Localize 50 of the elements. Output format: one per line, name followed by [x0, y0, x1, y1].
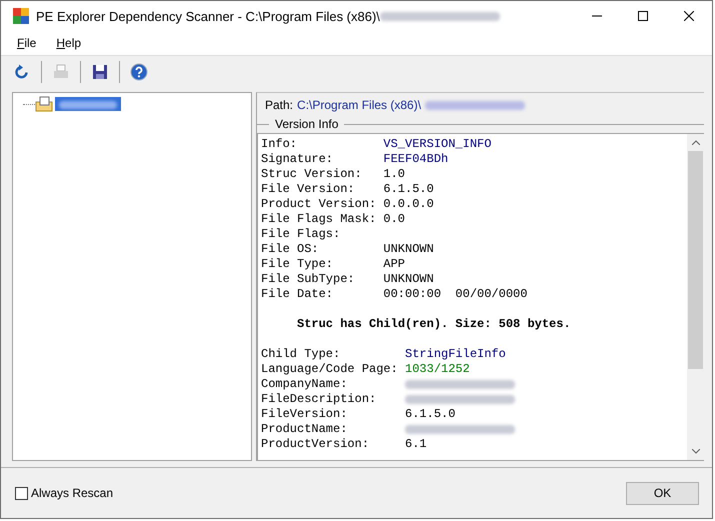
- field-label: CompanyName:: [261, 377, 348, 392]
- group-title: Version Info: [274, 117, 340, 131]
- field-value: VS_VERSION_INFO: [383, 137, 492, 152]
- ok-button[interactable]: OK: [626, 482, 699, 504]
- field-label: Info:: [261, 137, 298, 152]
- field-value: 6.1: [405, 437, 427, 452]
- field-value: 1033/1252: [405, 362, 470, 377]
- field-label: FileVersion:: [261, 407, 348, 422]
- field-label: File Version:: [261, 182, 356, 197]
- minimize-icon: [592, 15, 602, 17]
- refresh-icon: [14, 64, 30, 80]
- field-label: Child Type:: [261, 347, 342, 362]
- field-label: File Type:: [261, 257, 334, 272]
- field-value: UNKNOWN: [383, 242, 434, 257]
- checkbox-label: Always Rescan: [31, 486, 114, 500]
- window-title: PE Explorer Dependency Scanner - C:\Program Files (x86)\: [36, 8, 380, 24]
- close-icon: [684, 11, 694, 21]
- field-value: 0.0: [383, 212, 406, 227]
- printer-icon: [53, 64, 69, 80]
- checkbox[interactable]: [15, 486, 28, 500]
- field-value: UNKNOWN: [383, 272, 434, 287]
- field-label: File Flags:: [261, 227, 342, 242]
- path-label: Path:: [265, 98, 294, 112]
- field-label: File Date:: [261, 287, 334, 302]
- menu-item[interactable]: Help: [46, 36, 92, 50]
- field-label: File OS:: [261, 242, 320, 257]
- note-text: Struc has Child(ren). Size: 508 bytes.: [297, 317, 571, 331]
- app-logo-icon: [13, 8, 29, 24]
- field-value: 00:00:00 00/00/0000: [383, 287, 528, 302]
- scrollbar[interactable]: [687, 134, 704, 460]
- field-value: StringFileInfo: [405, 347, 506, 362]
- field-label: FileDescription:: [261, 392, 378, 407]
- field-label: Signature:: [261, 152, 334, 167]
- field-value: 6.1.5.0: [383, 182, 434, 197]
- field-label: ProductVersion:: [261, 437, 370, 452]
- field-label: Language/Code Page:: [261, 362, 399, 377]
- field-value: 1.0: [383, 167, 406, 182]
- maximize-icon: [638, 11, 648, 21]
- menu-item[interactable]: File: [7, 36, 46, 50]
- field-label: Product Version:: [261, 197, 378, 212]
- field-label: Struc Version:: [261, 167, 363, 182]
- field-value: 6.1.5.0: [405, 407, 456, 422]
- field-label: File SubType:: [261, 272, 356, 287]
- field-label: File Flags Mask:: [261, 212, 378, 227]
- field-value: FEEF04BDh: [383, 152, 448, 167]
- field-value: 0.0.0.0: [383, 197, 434, 212]
- path-value: C:\Program Files (x86)\: [297, 98, 422, 112]
- field-value: APP: [383, 257, 406, 272]
- field-label: ProductName:: [261, 422, 348, 437]
- help-icon: [130, 63, 148, 81]
